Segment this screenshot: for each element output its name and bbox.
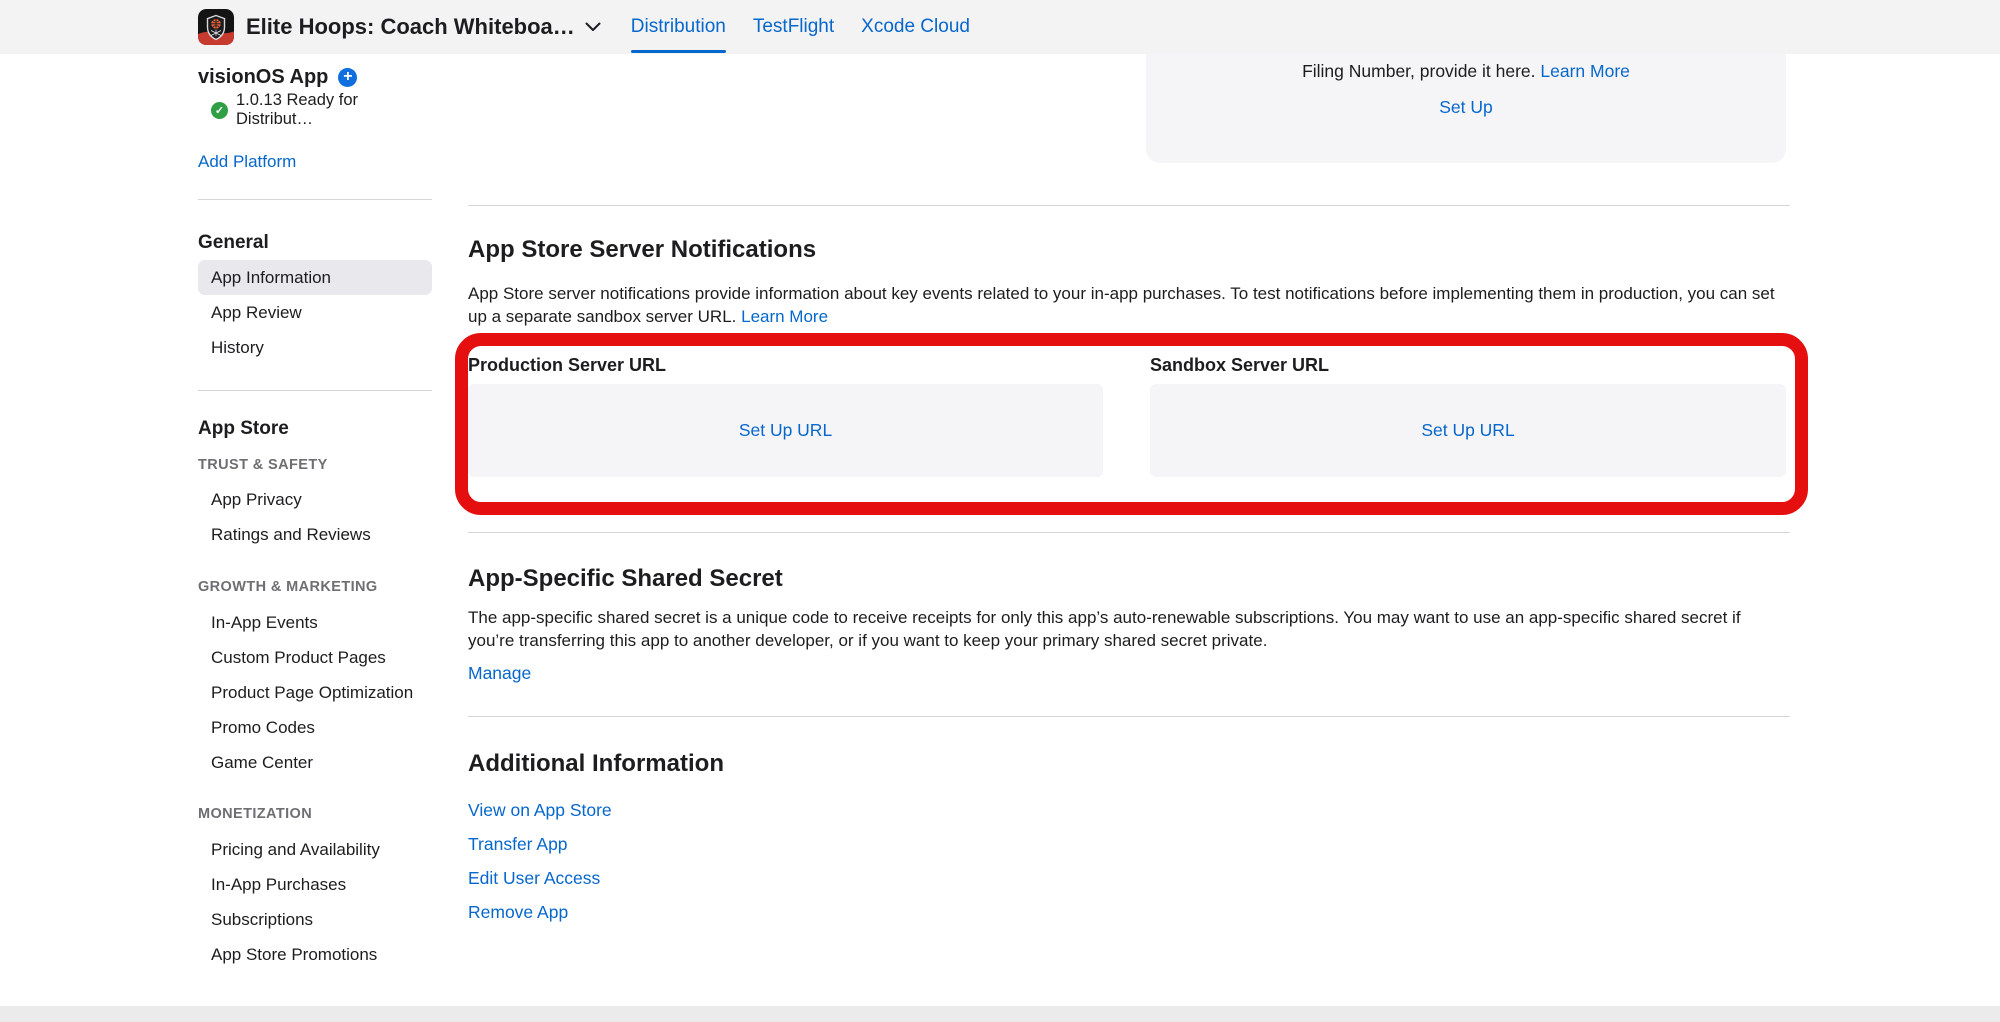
server-notifications-learn-more-link[interactable]: Learn More [741,307,828,326]
additional-info-link[interactable]: Transfer App [468,827,568,861]
header-tab[interactable]: Xcode Cloud [861,0,970,54]
additional-information-title: Additional Information [468,750,724,778]
sidebar-item[interactable]: App Store Promotions [198,937,432,972]
server-notifications-description: App Store server notifications provide i… [468,282,1790,328]
filing-number-text: Filing Number, provide it here. [1302,61,1535,81]
sidebar-item[interactable]: Subscriptions [198,902,432,937]
add-platform-link[interactable]: Add Platform [198,150,296,174]
group-label-growth-marketing: GROWTH & MARKETING [198,579,378,597]
top-header: Elite Hoops: Coach Whiteboa… Distributio… [0,0,2000,54]
sandbox-server-url-label: Sandbox Server URL [1150,354,1329,376]
monetization-nav-list: Pricing and AvailabilityIn-App Purchases… [198,832,432,972]
version-status-text: 1.0.13 Ready for Distribut… [236,91,432,129]
group-label-monetization: MONETIZATION [198,806,312,824]
sidebar-divider [198,390,432,391]
chevron-down-icon [585,22,601,32]
sidebar-divider [198,199,432,200]
additional-information-links: View on App StoreTransfer AppEdit User A… [468,793,612,929]
header-tab[interactable]: Distribution [631,0,726,54]
filing-set-up-link[interactable]: Set Up [1439,96,1493,118]
production-server-url-panel: Set Up URL [468,384,1103,477]
add-version-plus-icon[interactable]: + [338,68,357,87]
sandbox-set-up-url-link[interactable]: Set Up URL [1421,420,1514,441]
divider [468,205,1790,206]
app-switcher-button[interactable] [585,22,601,32]
ready-check-icon: ✓ [211,102,228,119]
general-nav-list: App InformationApp ReviewHistory [198,260,432,365]
section-title-app-store: App Store [198,418,289,440]
divider [468,532,1790,533]
filing-learn-more-link[interactable]: Learn More [1540,61,1630,81]
platform-row: visionOS App + [198,60,357,94]
shared-secret-description: The app-specific shared secret is a uniq… [468,606,1790,652]
version-status-row[interactable]: ✓ 1.0.13 Ready for Distribut… [198,99,432,121]
header-tab[interactable]: TestFlight [753,0,834,54]
section-title-general: General [198,232,269,254]
sidebar-item[interactable]: Product Page Optimization [198,675,432,710]
sidebar-item[interactable]: App Review [198,295,432,330]
sidebar-item[interactable]: History [198,330,432,365]
additional-info-link[interactable]: Edit User Access [468,861,600,895]
manage-link[interactable]: Manage [468,662,531,684]
app-title[interactable]: Elite Hoops: Coach Whiteboa… [246,14,575,40]
server-notifications-description-text: App Store server notifications provide i… [468,284,1775,326]
sidebar-item[interactable]: Pricing and Availability [198,832,432,867]
sidebar-item[interactable]: App Privacy [198,482,432,517]
production-set-up-url-link[interactable]: Set Up URL [739,420,832,441]
production-server-url-label: Production Server URL [468,354,666,376]
sandbox-server-url-panel: Set Up URL [1150,384,1786,477]
sidebar-item[interactable]: App Information [198,260,432,295]
growth-marketing-nav-list: In-App EventsCustom Product PagesProduct… [198,605,432,780]
trust-safety-nav-list: App PrivacyRatings and Reviews [198,482,432,552]
sidebar-item[interactable]: Ratings and Reviews [198,517,432,552]
additional-info-link[interactable]: Remove App [468,895,568,929]
sidebar-item[interactable]: Game Center [198,745,432,780]
platform-title: visionOS App [198,66,328,89]
sidebar-item[interactable]: In-App Purchases [198,867,432,902]
shared-secret-title: App-Specific Shared Secret [468,565,783,593]
app-icon [198,9,234,45]
group-label-trust-safety: TRUST & SAFETY [198,457,328,475]
sidebar-item[interactable]: Custom Product Pages [198,640,432,675]
app-store-connect-page: Filing Number, provide it here. Learn Mo… [0,0,2000,1022]
server-notifications-title: App Store Server Notifications [468,236,816,264]
header-tabs: Distribution TestFlight Xcode Cloud [631,0,970,54]
sidebar-item[interactable]: In-App Events [198,605,432,640]
sidebar-item[interactable]: Promo Codes [198,710,432,745]
sidebar: visionOS App + ✓ 1.0.13 Ready for Distri… [198,0,432,1022]
additional-info-link[interactable]: View on App Store [468,793,612,827]
divider [468,716,1790,717]
